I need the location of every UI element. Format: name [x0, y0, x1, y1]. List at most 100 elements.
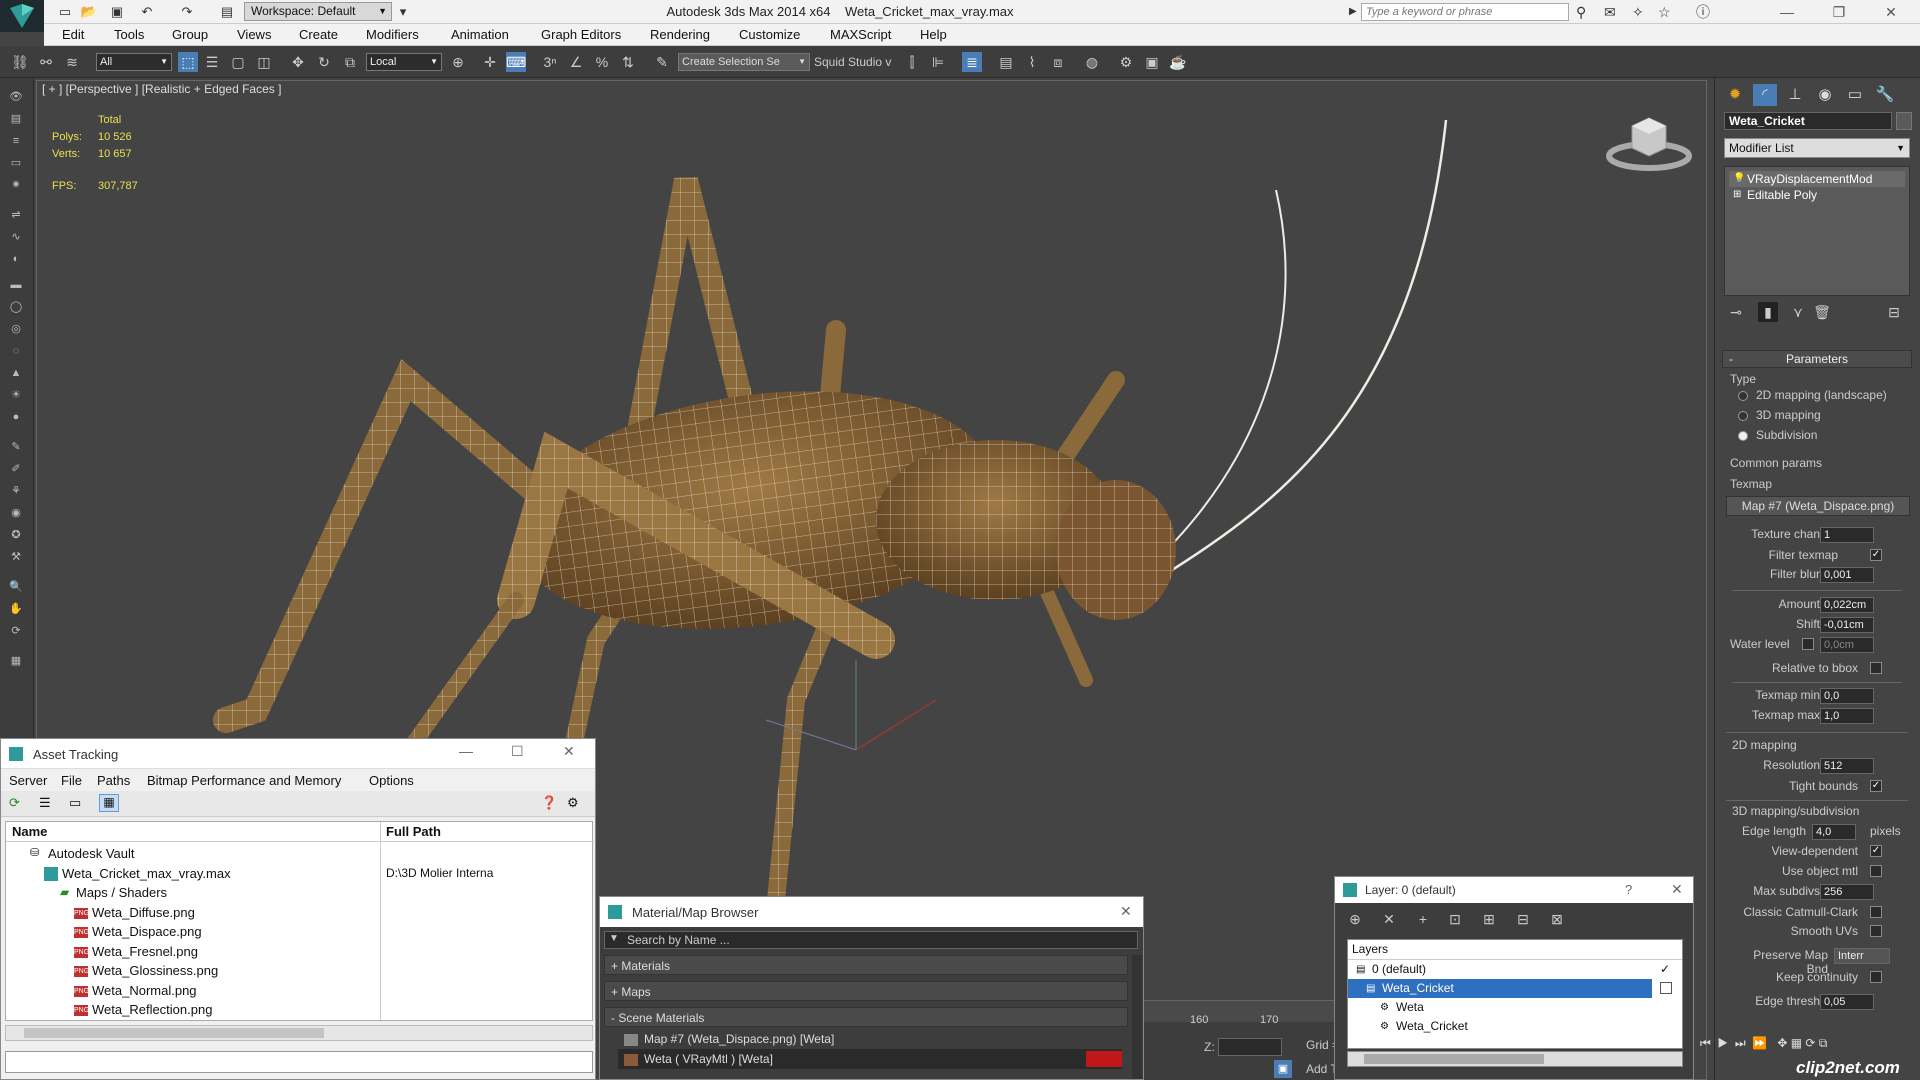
- pan-icon[interactable]: ✋: [7, 602, 25, 616]
- window-crossing-icon[interactable]: ◫: [254, 52, 274, 72]
- quick-access-menu-icon[interactable]: ▾: [394, 3, 412, 21]
- material-browser-titlebar[interactable]: Material/Map Browser ✕: [600, 897, 1143, 927]
- render-production-icon[interactable]: ☕: [1168, 52, 1188, 72]
- favorites-icon[interactable]: ☆: [1658, 4, 1671, 20]
- table-row[interactable]: PNG Weta_Fresnel.png: [6, 942, 594, 962]
- scale-icon[interactable]: ⧉: [340, 52, 360, 72]
- schematic-view-icon[interactable]: ⧈: [1048, 52, 1068, 72]
- classic-catmull-checkbox[interactable]: [1870, 906, 1882, 918]
- remove-modifier-icon[interactable]: 🗑: [1812, 302, 1832, 322]
- scene-material-item[interactable]: Weta ( VRayMtl ) [Weta]: [618, 1049, 1122, 1069]
- search-expand-icon[interactable]: ▶: [1349, 4, 1357, 20]
- layer-manager-icon[interactable]: ≣: [962, 52, 982, 72]
- menu-rendering[interactable]: Rendering: [650, 27, 710, 42]
- light-icon[interactable]: ✷: [7, 178, 25, 192]
- shift-spinner[interactable]: -0,01cm: [1820, 617, 1874, 633]
- modify-tab-icon[interactable]: ◜: [1753, 84, 1777, 106]
- asset-scroll-thumb[interactable]: [24, 1028, 324, 1038]
- table-row[interactable]: Weta_Cricket_max_vray.max D:\3D Molier In…: [6, 864, 594, 884]
- orbit-icon[interactable]: ⟳: [7, 624, 25, 638]
- amount-spinner[interactable]: 0,022cm: [1820, 597, 1874, 613]
- keyboard-shortcut-override-icon[interactable]: ⌨: [506, 52, 526, 72]
- layer-horizontal-scrollbar[interactable]: [1347, 1051, 1683, 1067]
- link-icon[interactable]: ⛓: [10, 52, 30, 72]
- texmap-min-spinner[interactable]: 0,0: [1820, 688, 1874, 704]
- menu-views[interactable]: Views: [237, 27, 271, 42]
- menu-customize[interactable]: Customize: [739, 27, 800, 42]
- asset-help-icon[interactable]: ❓: [541, 795, 557, 811]
- list-icon[interactable]: ≡: [7, 134, 25, 148]
- object-name-field[interactable]: Weta_Cricket: [1724, 112, 1892, 130]
- minimize-icon[interactable]: —: [1764, 0, 1810, 24]
- asset-maximize-icon[interactable]: ☐: [511, 743, 524, 760]
- motion-tab-icon[interactable]: ◉: [1813, 84, 1837, 106]
- asset-menu-options[interactable]: Options: [369, 773, 414, 788]
- utilities-tab-icon[interactable]: 🔧: [1873, 84, 1897, 106]
- menu-graph-editors[interactable]: Graph Editors: [541, 27, 621, 42]
- table-row[interactable]: ▰ Maps / Shaders: [6, 883, 594, 903]
- menu-group[interactable]: Group: [172, 27, 208, 42]
- spline-icon[interactable]: ∿: [7, 230, 25, 244]
- grid-icon[interactable]: ▦: [7, 654, 25, 668]
- filter-texmap-checkbox[interactable]: ✓: [1870, 549, 1882, 561]
- help-icon[interactable]: ⓘ: [1696, 4, 1710, 20]
- zoom-icon[interactable]: 🔍: [7, 580, 25, 594]
- tight-bounds-checkbox[interactable]: ✓: [1870, 780, 1882, 792]
- table-row[interactable]: PNG Weta_Reflection.png: [6, 1000, 594, 1020]
- viewcube[interactable]: [1604, 112, 1694, 172]
- table-row[interactable]: ⛁ Autodesk Vault: [6, 844, 594, 864]
- stack-item-editable-poly[interactable]: ⊞ Editable Poly: [1729, 187, 1905, 203]
- display-icon[interactable]: ✪: [7, 528, 25, 542]
- project-folder-icon[interactable]: ▤: [218, 3, 236, 21]
- add-to-layer-icon[interactable]: +: [1413, 909, 1433, 929]
- asset-settings-icon[interactable]: ⚙: [567, 795, 579, 811]
- workspace-dropdown[interactable]: Workspace: Default ▼: [244, 2, 392, 21]
- subscription-icon[interactable]: ✉: [1604, 4, 1616, 20]
- goto-start-icon[interactable]: ⏮: [1700, 1036, 1711, 1050]
- menu-help[interactable]: Help: [920, 27, 947, 42]
- layer-window-close-icon[interactable]: ✕: [1671, 881, 1683, 898]
- column-full-path[interactable]: Full Path: [386, 822, 441, 841]
- box-icon[interactable]: ▬: [7, 278, 25, 292]
- geometry-icon[interactable]: ◐: [7, 252, 25, 266]
- align-icon[interactable]: ⊫: [928, 52, 948, 72]
- create-tab-icon[interactable]: ✹: [1723, 84, 1747, 106]
- edge-length-spinner[interactable]: 4,0: [1812, 824, 1856, 840]
- torus-icon[interactable]: ◌: [7, 344, 25, 358]
- group-materials[interactable]: + Materials: [604, 955, 1128, 975]
- list-view-icon[interactable]: ☰: [39, 795, 51, 811]
- table-row[interactable]: PNG Weta_Dispace.png: [6, 922, 594, 942]
- scene-material-item[interactable]: Map #7 (Weta_Dispace.png) [Weta]: [618, 1029, 1122, 1049]
- render-setup-icon[interactable]: ⚙: [1116, 52, 1136, 72]
- show-end-result-icon[interactable]: ▮: [1758, 302, 1778, 322]
- create-layer-icon[interactable]: ⊕: [1345, 909, 1365, 929]
- material-browser-scrollbar[interactable]: [1132, 955, 1142, 1079]
- eye-icon[interactable]: 👁: [7, 90, 25, 104]
- edge-thresh-spinner[interactable]: 0,05: [1820, 994, 1874, 1010]
- undo-icon[interactable]: ↶: [138, 3, 156, 21]
- key-mode-icon[interactable]: ▣: [1274, 1060, 1292, 1078]
- globe-icon[interactable]: ●: [7, 410, 25, 424]
- pivot-center-icon[interactable]: ⊕: [448, 52, 468, 72]
- menu-maxscript[interactable]: MAXScript: [830, 27, 891, 42]
- menu-edit[interactable]: Edit: [62, 27, 84, 42]
- view-dependent-checkbox[interactable]: ✓: [1870, 845, 1882, 857]
- table-row[interactable]: PNG Weta_Glossiness.png: [6, 961, 594, 981]
- group-maps[interactable]: + Maps: [604, 981, 1128, 1001]
- resolution-spinner[interactable]: 512: [1820, 758, 1874, 774]
- select-object-icon[interactable]: ⬚: [178, 52, 198, 72]
- snaps-toggle-icon[interactable]: 3ⁿ: [540, 52, 560, 72]
- material-search-input[interactable]: ▼ Search by Name ...: [604, 931, 1138, 949]
- rendered-frame-window-icon[interactable]: ▣: [1142, 52, 1162, 72]
- pin-stack-icon[interactable]: ⊸: [1726, 302, 1746, 322]
- asset-menu-server[interactable]: Server: [9, 773, 47, 788]
- hierarchy-icon[interactable]: ⚘: [7, 484, 25, 498]
- menu-create[interactable]: Create: [299, 27, 338, 42]
- orbit-viewport-icon[interactable]: ⟳: [1805, 1036, 1815, 1050]
- graphite-ribbon-icon[interactable]: ▤: [996, 52, 1016, 72]
- asset-close-icon[interactable]: ✕: [563, 743, 575, 760]
- edit-named-selection-icon[interactable]: ✎: [652, 52, 672, 72]
- freeze-all-layers-icon[interactable]: ⊠: [1547, 909, 1567, 929]
- paint-icon[interactable]: ✐: [7, 462, 25, 476]
- water-level-checkbox[interactable]: [1802, 638, 1814, 650]
